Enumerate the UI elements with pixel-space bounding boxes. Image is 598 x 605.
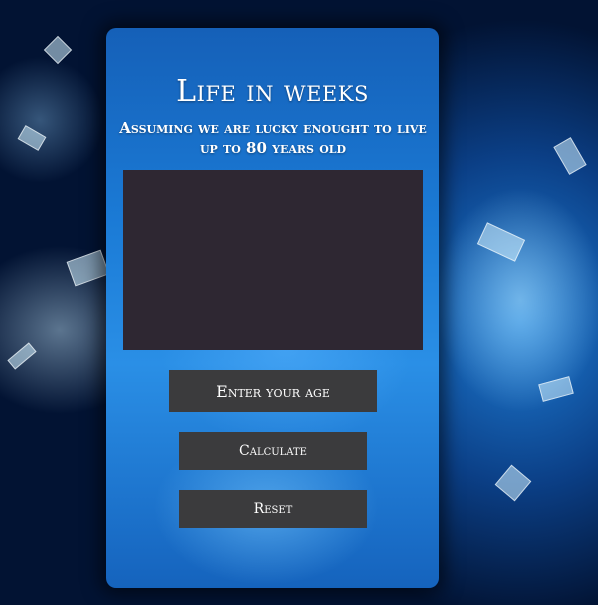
page-subtitle: Assuming we are lucky enought to live up…	[119, 119, 427, 157]
weeks-grid-canvas	[123, 170, 423, 350]
age-input[interactable]	[169, 370, 377, 412]
reset-button[interactable]: Reset	[179, 490, 367, 528]
page-title: Life in weeks	[176, 74, 369, 109]
ice-shard-decoration	[7, 342, 37, 370]
ice-shard-decoration	[66, 249, 110, 287]
ice-shard-decoration	[494, 464, 532, 502]
ice-shard-decoration	[17, 125, 47, 151]
calculate-button[interactable]: Calculate	[179, 432, 367, 470]
ice-shard-decoration	[43, 35, 73, 65]
ice-shard-decoration	[476, 222, 526, 262]
ice-shard-decoration	[553, 137, 587, 175]
ice-shard-decoration	[538, 376, 574, 402]
